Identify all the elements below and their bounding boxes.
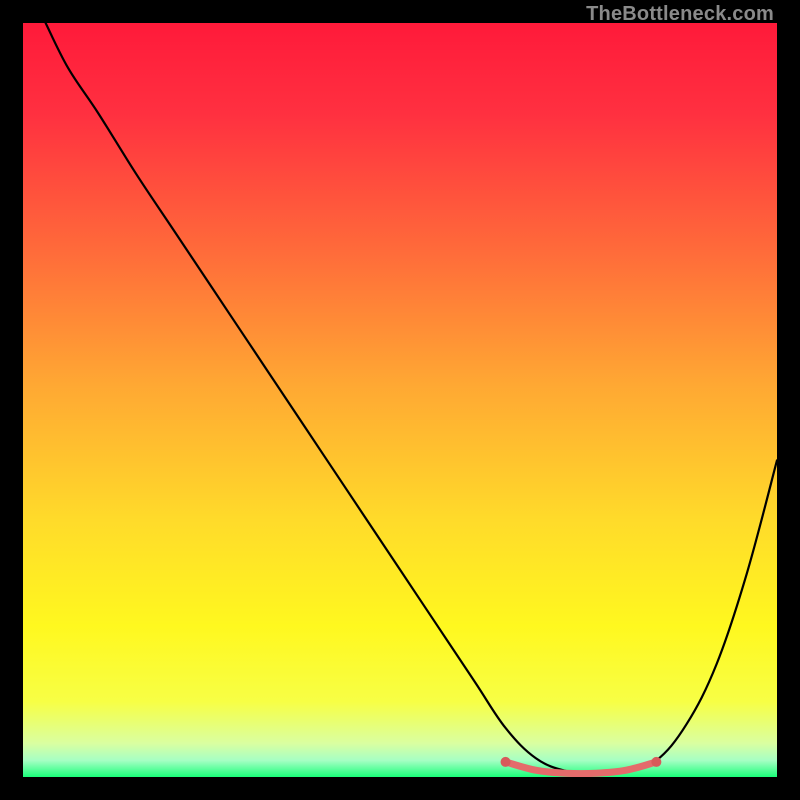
optimal-range-end-dot bbox=[651, 757, 661, 767]
bottleneck-curve bbox=[46, 23, 777, 773]
optimal-range-highlight bbox=[506, 762, 657, 774]
frame: TheBottleneck.com bbox=[0, 0, 800, 800]
plot-area bbox=[23, 23, 777, 777]
optimal-range-start-dot bbox=[501, 757, 511, 767]
watermark: TheBottleneck.com bbox=[586, 3, 774, 26]
curve-layer bbox=[23, 23, 777, 777]
